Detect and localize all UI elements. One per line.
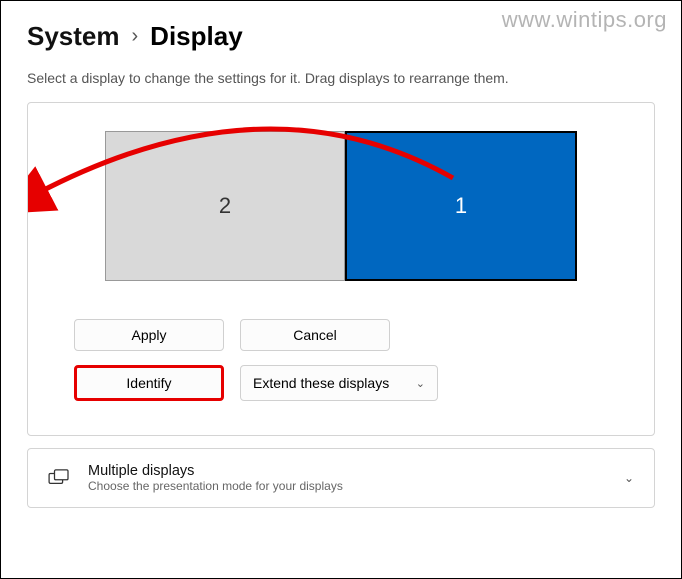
display-arrangement-panel: 2 1 Apply Cancel Identify Extend these d… xyxy=(27,102,655,436)
page-subtitle: Select a display to change the settings … xyxy=(27,70,655,86)
apply-button[interactable]: Apply xyxy=(74,319,224,351)
display-monitor-1[interactable]: 1 xyxy=(345,131,577,281)
chevron-down-icon: ⌄ xyxy=(416,377,425,390)
chevron-down-icon: ⌄ xyxy=(624,471,634,485)
multiple-displays-title: Multiple displays xyxy=(88,463,606,479)
watermark-text: www.wintips.org xyxy=(502,7,667,33)
breadcrumb-current: Display xyxy=(150,21,243,52)
display-monitor-2[interactable]: 2 xyxy=(105,131,345,281)
multiple-displays-text: Multiple displays Choose the presentatio… xyxy=(88,463,606,493)
identify-button[interactable]: Identify xyxy=(74,365,224,401)
cancel-button[interactable]: Cancel xyxy=(240,319,390,351)
multiple-displays-expander[interactable]: Multiple displays Choose the presentatio… xyxy=(27,448,655,508)
multiple-displays-subtitle: Choose the presentation mode for your di… xyxy=(88,479,606,493)
dropdown-selected-label: Extend these displays xyxy=(253,375,389,391)
breadcrumb-parent[interactable]: System xyxy=(27,21,120,52)
display-arrangement-area[interactable]: 2 1 xyxy=(46,131,636,281)
chevron-right-icon: › xyxy=(132,25,139,48)
projection-mode-dropdown[interactable]: Extend these displays ⌄ xyxy=(240,365,438,401)
multiple-displays-icon xyxy=(48,469,70,487)
